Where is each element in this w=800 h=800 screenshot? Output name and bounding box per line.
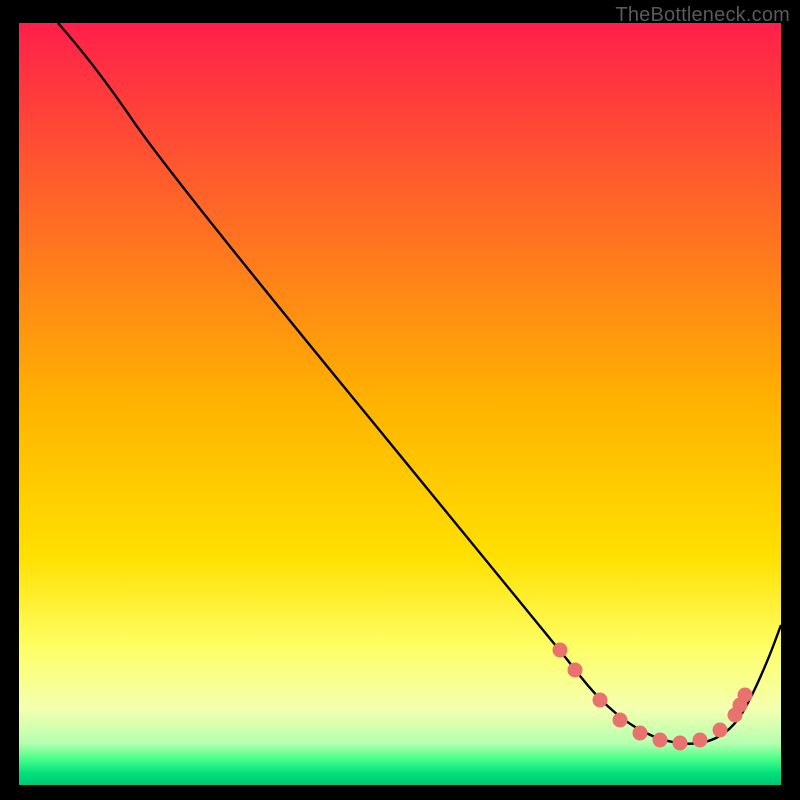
curve-marker [713,723,728,738]
curve-marker [738,688,753,703]
curve-marker [568,663,583,678]
watermark-label: TheBottleneck.com [615,4,790,27]
bottleneck-chart [0,0,800,800]
curve-marker [633,726,648,741]
chart-stage: TheBottleneck.com [0,0,800,800]
curve-marker [673,736,688,751]
curve-marker [693,733,708,748]
gradient-background [19,23,781,785]
curve-marker [593,693,608,708]
curve-marker [653,733,668,748]
curve-marker [613,713,628,728]
curve-marker [553,643,568,658]
